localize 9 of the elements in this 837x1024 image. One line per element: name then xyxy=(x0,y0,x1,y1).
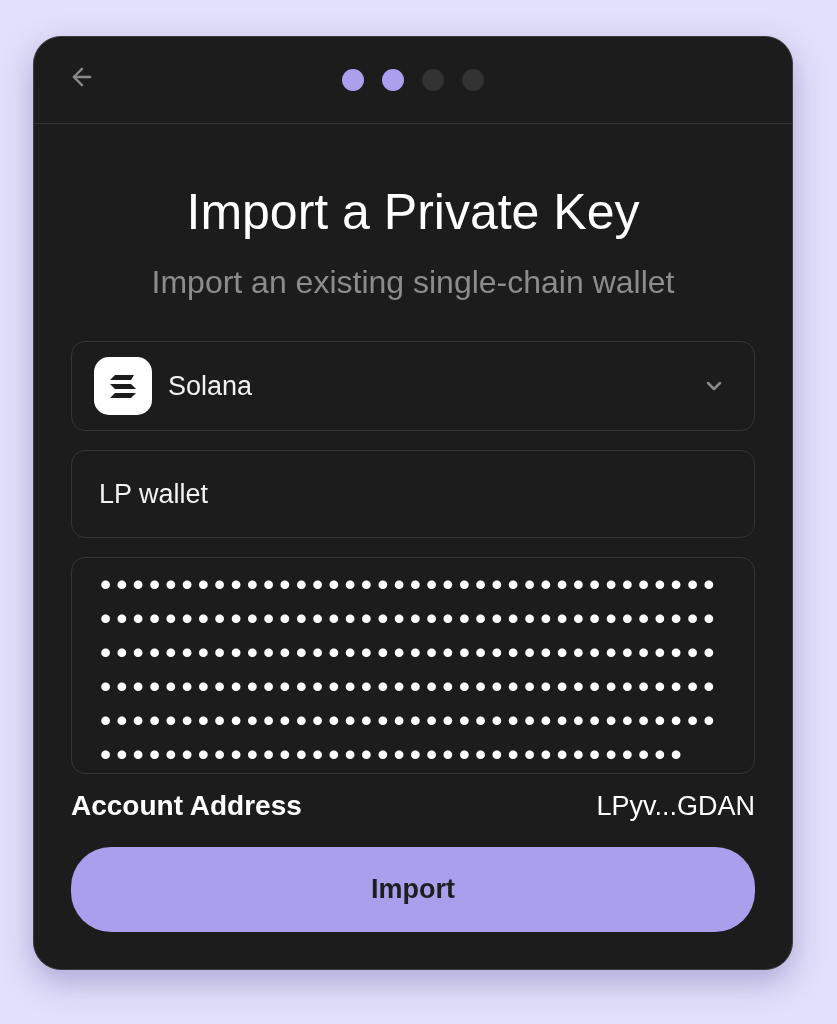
import-button[interactable]: Import xyxy=(71,847,755,932)
private-key-field[interactable]: •••••••••••••••••••••••••••••••••••••••••••••••••••••••••••••••••••••••••••••••••••••••••••••••••••••••••••••••••••••••••••••••••••••••••••••••••••••••••••••••••••••••••••••••••••••••••••••••••••••••••••••••••••••••••••••••••• xyxy=(71,557,755,774)
dialog-title: Import a Private Key xyxy=(185,184,641,240)
account-address-value: LPyv...GDAN xyxy=(596,790,755,822)
account-address-label: Account Address xyxy=(71,790,302,822)
wallet-name-field[interactable]: LP wallet xyxy=(71,450,755,538)
network-select[interactable]: Solana xyxy=(71,341,755,431)
solana-logo-icon xyxy=(94,357,152,415)
dialog-subtitle: Import an existing single-chain wallet xyxy=(150,264,676,300)
